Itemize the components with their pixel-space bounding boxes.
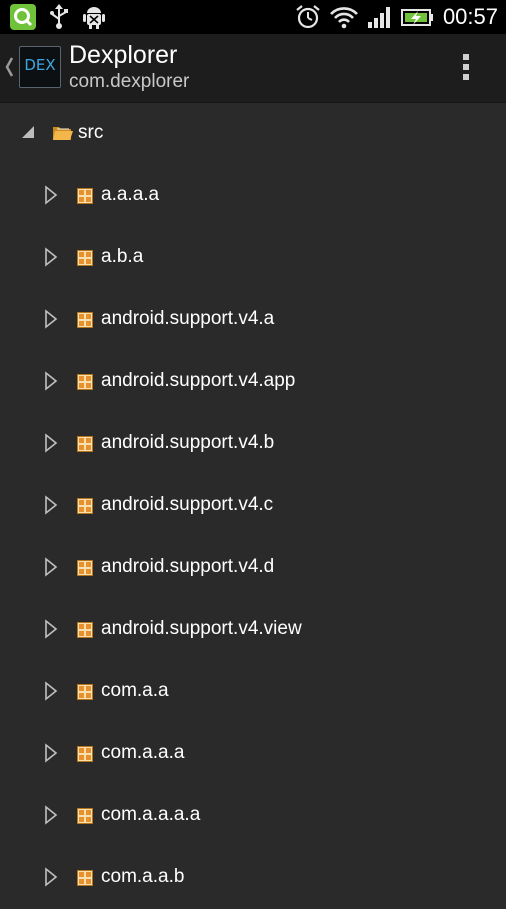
collapsed-triangle-icon[interactable] bbox=[44, 247, 58, 272]
package-icon bbox=[77, 188, 93, 209]
collapsed-triangle-icon[interactable] bbox=[44, 495, 58, 520]
battery-charging-icon bbox=[400, 4, 435, 30]
app-title: Dexplorer bbox=[69, 41, 178, 69]
package-icon bbox=[77, 374, 93, 395]
wifi-icon bbox=[329, 4, 359, 30]
collapsed-triangle-icon[interactable] bbox=[44, 557, 58, 582]
expanded-triangle-icon[interactable] bbox=[20, 124, 36, 145]
package-row[interactable]: com.a.a.a.a bbox=[0, 785, 506, 847]
clock: 00:57 bbox=[442, 4, 498, 29]
package-label: android.support.v4.a bbox=[101, 308, 275, 329]
usb-icon bbox=[48, 4, 70, 30]
overflow-menu-button[interactable] bbox=[454, 52, 478, 84]
tree-root-row[interactable]: src bbox=[0, 103, 506, 165]
notification-icons bbox=[10, 4, 118, 30]
alarm-icon bbox=[295, 4, 321, 30]
tree-root-label: src bbox=[78, 122, 104, 143]
chevron-left-icon bbox=[4, 56, 14, 83]
package-icon bbox=[77, 436, 93, 457]
package-label: com.a.a bbox=[101, 680, 169, 701]
collapsed-triangle-icon[interactable] bbox=[44, 681, 58, 706]
collapsed-triangle-icon[interactable] bbox=[44, 309, 58, 334]
package-row[interactable]: android.support.v4.a bbox=[0, 289, 506, 351]
system-icons: 00:57 bbox=[287, 4, 498, 30]
collapsed-triangle-icon[interactable] bbox=[44, 743, 58, 768]
package-row[interactable]: a.a.a.a bbox=[0, 165, 506, 227]
package-row[interactable]: android.support.v4.view bbox=[0, 599, 506, 661]
package-label: com.a.a.a bbox=[101, 742, 185, 763]
overflow-dot bbox=[463, 74, 469, 80]
package-label: android.support.v4.c bbox=[101, 494, 274, 515]
package-row[interactable]: android.support.v4.app bbox=[0, 351, 506, 413]
package-icon bbox=[77, 746, 93, 767]
package-icon bbox=[77, 684, 93, 705]
collapsed-triangle-icon[interactable] bbox=[44, 619, 58, 644]
package-icon bbox=[77, 250, 93, 271]
collapsed-triangle-icon[interactable] bbox=[44, 805, 58, 830]
collapsed-triangle-icon[interactable] bbox=[44, 867, 58, 892]
package-row[interactable]: a.b.a bbox=[0, 227, 506, 289]
app-icon-text: DEX bbox=[24, 56, 56, 74]
package-label: com.a.a.a.a bbox=[101, 804, 201, 825]
package-label: com.a.a.b bbox=[101, 866, 185, 887]
q-app-icon bbox=[10, 4, 36, 30]
package-label: android.support.v4.b bbox=[101, 432, 275, 453]
package-icon bbox=[77, 622, 93, 643]
status-bar: 00:57 bbox=[0, 0, 506, 34]
action-bar: DEX Dexplorer com.dexplorer bbox=[0, 34, 506, 103]
package-label: android.support.v4.d bbox=[101, 556, 275, 577]
package-label: android.support.v4.view bbox=[101, 618, 302, 639]
overflow-dot bbox=[463, 64, 469, 70]
app-subtitle: com.dexplorer bbox=[69, 71, 190, 92]
collapsed-triangle-icon[interactable] bbox=[44, 433, 58, 458]
package-label: a.b.a bbox=[101, 246, 144, 267]
package-label: android.support.v4.app bbox=[101, 370, 296, 391]
package-row[interactable]: com.a.a bbox=[0, 661, 506, 723]
signal-icon bbox=[367, 4, 393, 30]
collapsed-triangle-icon[interactable] bbox=[44, 185, 58, 210]
package-icon bbox=[77, 498, 93, 519]
package-row[interactable]: android.support.v4.b bbox=[0, 413, 506, 475]
package-row[interactable]: com.a.a.a bbox=[0, 723, 506, 785]
package-icon bbox=[77, 560, 93, 581]
package-icon bbox=[77, 870, 93, 891]
package-row[interactable]: android.support.v4.d bbox=[0, 537, 506, 599]
app-icon: DEX bbox=[19, 46, 61, 88]
package-icon bbox=[77, 808, 93, 829]
open-folder-icon bbox=[52, 124, 74, 147]
package-icon bbox=[77, 312, 93, 333]
collapsed-triangle-icon[interactable] bbox=[44, 371, 58, 396]
android-debug-icon bbox=[82, 4, 106, 30]
overflow-dot bbox=[463, 54, 469, 60]
package-row[interactable]: android.support.v4.c bbox=[0, 475, 506, 537]
package-label: a.a.a.a bbox=[101, 184, 160, 205]
